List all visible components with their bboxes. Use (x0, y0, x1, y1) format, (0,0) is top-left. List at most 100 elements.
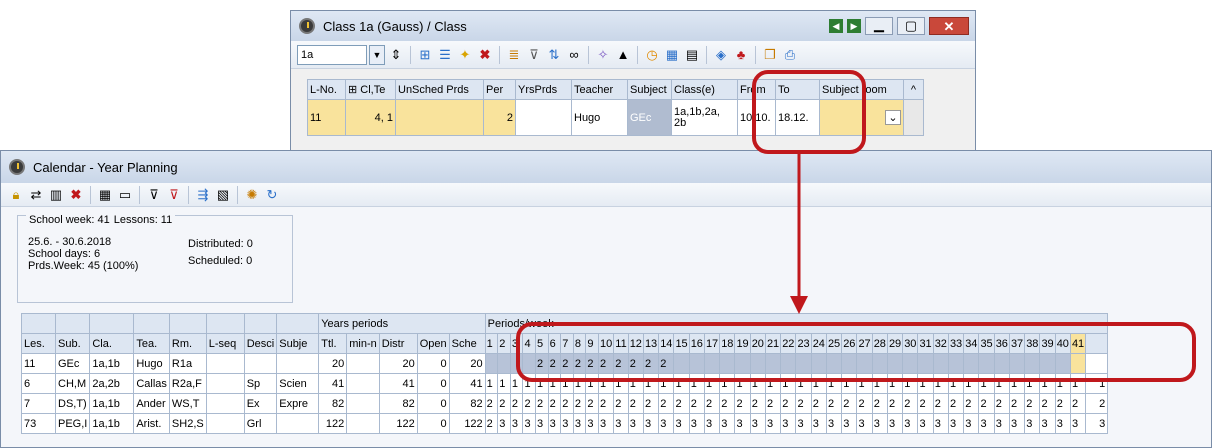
subj-cell[interactable] (276, 413, 320, 434)
spin-icon[interactable]: ⇕ (387, 46, 405, 64)
week-cell[interactable]: 3 (1024, 413, 1041, 434)
week-cell[interactable] (917, 353, 934, 374)
extra-cell[interactable]: 3 (1085, 413, 1109, 434)
cla-cell[interactable]: 2a,2b (89, 373, 135, 394)
min-cell[interactable] (346, 413, 380, 434)
week-cell[interactable]: 2 (780, 393, 797, 414)
scrollbar[interactable] (903, 99, 924, 136)
week-cell[interactable]: 1 (688, 373, 705, 394)
close-button[interactable]: ✕ (929, 17, 969, 35)
week-header[interactable]: 4 (522, 333, 537, 354)
week-cell[interactable] (947, 353, 965, 374)
week-cell[interactable]: 2 (978, 393, 995, 414)
week-cell[interactable]: 2 (627, 353, 644, 374)
desc-cell[interactable]: Ex (243, 393, 278, 414)
col-header[interactable]: Distr (378, 333, 418, 354)
week-header[interactable]: 8 (572, 333, 587, 354)
next-arrow-icon[interactable]: ▶ (847, 19, 861, 33)
week-cell[interactable] (764, 353, 782, 374)
week-cell[interactable]: 2 (560, 353, 574, 374)
unsched-cell[interactable] (395, 99, 484, 136)
week-header[interactable]: 41 (1069, 333, 1087, 354)
clte-cell[interactable]: 4, 1 (345, 99, 396, 136)
min-cell[interactable] (346, 393, 380, 414)
week-cell[interactable]: 3 (947, 413, 965, 434)
min-cell[interactable] (346, 353, 380, 374)
week-cell[interactable] (993, 353, 1010, 374)
week-cell[interactable]: 1 (572, 373, 587, 394)
extra-cell[interactable] (1085, 353, 1109, 374)
filter-icon[interactable]: ⊽ (525, 46, 543, 64)
week-cell[interactable]: 1 (825, 373, 843, 394)
week-cell[interactable]: 2 (902, 393, 919, 414)
week-cell[interactable] (795, 353, 812, 374)
week-header[interactable]: 14 (658, 333, 675, 354)
col-header[interactable]: Subje (276, 333, 320, 354)
week-cell[interactable]: 2 (734, 393, 751, 414)
cla-cell[interactable]: 1a,1b (89, 393, 135, 414)
week-cell[interactable]: 3 (978, 413, 995, 434)
clock-icon[interactable]: ◷ (643, 46, 661, 64)
week-cell[interactable]: 3 (585, 413, 599, 434)
week-header[interactable]: 27 (856, 333, 873, 354)
week-cell[interactable]: 1 (585, 373, 599, 394)
sub-cell[interactable]: PEG,I (54, 413, 91, 434)
calc-icon[interactable]: ▦ (96, 186, 114, 204)
week-cell[interactable]: 1 (719, 373, 736, 394)
week-header[interactable]: 17 (703, 333, 721, 354)
rm-cell[interactable]: R2a,F (168, 373, 207, 394)
week-cell[interactable]: 1 (1008, 373, 1026, 394)
week-cell[interactable]: 2 (497, 393, 511, 414)
columns-icon[interactable]: ☰ (436, 46, 454, 64)
week-header[interactable]: 25 (825, 333, 843, 354)
week-cell[interactable]: 2 (932, 393, 949, 414)
week-cell[interactable]: 2 (1069, 393, 1087, 414)
person-icon[interactable]: ♣ (732, 46, 750, 64)
week-cell[interactable]: 2 (764, 393, 782, 414)
maximize-button[interactable]: ▢ (897, 17, 925, 35)
week-header[interactable]: 11 (613, 333, 629, 354)
link-icon[interactable]: ∞ (565, 46, 583, 64)
week-cell[interactable]: 3 (841, 413, 858, 434)
week-cell[interactable]: 3 (902, 413, 919, 434)
col-header[interactable]: Ttl. (318, 333, 348, 354)
week-cell[interactable]: 2 (484, 393, 499, 414)
week-cell[interactable]: 1 (547, 373, 562, 394)
calendar-icon[interactable]: ▦ (663, 46, 681, 64)
col-header[interactable]: Open (416, 333, 450, 354)
week-cell[interactable]: 3 (917, 413, 934, 434)
week-cell[interactable]: 2 (795, 393, 812, 414)
col-header[interactable]: L-No. (307, 79, 346, 100)
week-header[interactable]: 26 (841, 333, 858, 354)
week-cell[interactable]: 1 (856, 373, 873, 394)
week-header[interactable]: 29 (886, 333, 904, 354)
col-header[interactable]: Per (483, 79, 516, 100)
week-header[interactable]: 22 (780, 333, 797, 354)
week-cell[interactable]: 3 (1054, 413, 1071, 434)
week-cell[interactable]: 2 (856, 393, 873, 414)
week-cell[interactable]: 2 (1054, 393, 1071, 414)
week-cell[interactable]: 3 (734, 413, 751, 434)
col-header[interactable]: Cla. (89, 333, 135, 354)
les-cell[interactable]: 7 (21, 393, 56, 414)
sub-cell[interactable]: DS,T) (54, 393, 91, 414)
tea-cell[interactable]: Ander (133, 393, 170, 414)
col-header[interactable]: To (775, 79, 820, 100)
week-cell[interactable]: 1 (613, 373, 629, 394)
week-cell[interactable]: 2 (917, 393, 934, 414)
sub-cell[interactable]: GEc (54, 353, 91, 374)
week-cell[interactable] (734, 353, 751, 374)
week-cell[interactable] (886, 353, 904, 374)
week-header[interactable]: 18 (719, 333, 736, 354)
week-cell[interactable]: 1 (497, 373, 511, 394)
week-cell[interactable]: 1 (535, 373, 549, 394)
week-cell[interactable]: 1 (780, 373, 797, 394)
col-header[interactable]: Subject (627, 79, 672, 100)
week-header[interactable]: 5 (535, 333, 549, 354)
week-cell[interactable]: 2 (1039, 393, 1056, 414)
week-cell[interactable]: 3 (795, 413, 812, 434)
week-cell[interactable]: 3 (497, 413, 511, 434)
room-cell[interactable]: ⌄ (819, 99, 904, 136)
week-cell[interactable]: 1 (749, 373, 766, 394)
week-header[interactable]: 15 (673, 333, 690, 354)
